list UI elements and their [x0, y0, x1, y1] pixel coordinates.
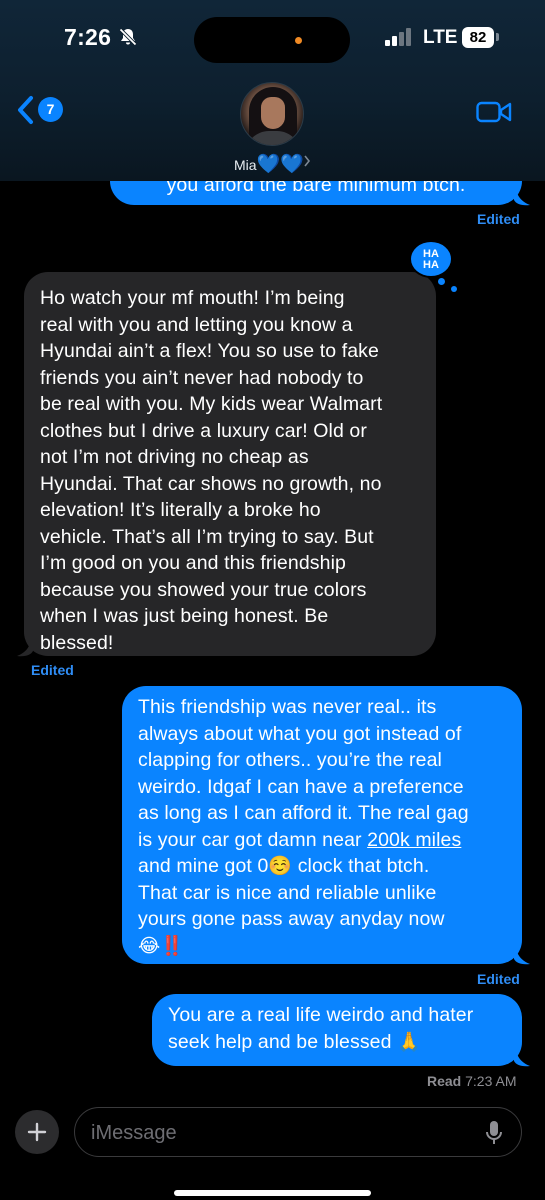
emoji: ☺️: [268, 855, 293, 877]
status-bar: 7:26 LTE 82: [0, 0, 545, 76]
message-bubble-outgoing[interactable]: You are a real life weirdo and hater see…: [152, 994, 522, 1066]
message-line: clapping for others.. you’re the real: [138, 749, 442, 771]
contact-name-text: Mia: [234, 157, 257, 173]
message-line: is your car got damn near 200k miles: [138, 827, 510, 854]
signal-icon: [385, 28, 411, 46]
message-line: That car is nice and reliable unlike: [138, 881, 437, 904]
battery-nub: [496, 33, 499, 41]
message-line: yours gone pass away anyday now: [138, 908, 445, 930]
message-line: This friendship was never real.. its: [138, 696, 437, 718]
contact-name[interactable]: Mia💙💙: [234, 152, 304, 175]
edited-label: Edited: [477, 211, 520, 227]
read-label: Read: [427, 1073, 462, 1089]
back-chevron-icon: [18, 96, 33, 124]
status-time: 7:26: [64, 24, 112, 50]
privacy-indicator-dot: [295, 37, 302, 44]
chevron-right-icon: [304, 155, 311, 167]
message-text: is your car got damn near: [138, 828, 368, 851]
bubble-tail: [514, 1047, 530, 1067]
haha-reaction-badge[interactable]: HA HA: [409, 240, 453, 278]
message-line: blessed!: [40, 631, 114, 654]
apps-plus-button[interactable]: [15, 1110, 59, 1154]
detected-link[interactable]: 200k miles: [367, 829, 461, 851]
bubble-tail: [17, 637, 33, 657]
video-camera-icon[interactable]: [476, 100, 512, 124]
message-line: Hyundai ain’t a flex! You so use to fake: [40, 340, 379, 362]
message-line: weirdo. Idgaf I can have a preference: [138, 775, 464, 798]
message-line: vehicle. That’s all I’m trying to say. B…: [40, 525, 374, 548]
message-text: clock that btch.: [292, 855, 430, 877]
message-bubble-outgoing[interactable]: This friendship was never real.. its alw…: [122, 686, 522, 964]
read-time: 7:23 AM: [465, 1073, 517, 1089]
bubble-tail: [514, 186, 530, 206]
contact-hearts: 💙💙: [256, 153, 304, 175]
edited-label: Edited: [31, 662, 74, 678]
message-line: and mine got 0☺️ clock that btch.: [138, 853, 510, 880]
bubble-tail: [514, 945, 530, 965]
contact-avatar[interactable]: [240, 82, 304, 146]
message-line: when I was just being honest. Be: [40, 605, 329, 627]
dynamic-island: [194, 17, 350, 63]
battery-indicator: 82: [462, 27, 494, 48]
message-line: because you showed your true colors: [40, 578, 367, 601]
edited-label: Edited: [477, 971, 520, 987]
message-text: and mine got 0: [138, 855, 269, 877]
message-line: I’m good on you and this friendship: [40, 552, 346, 574]
message-line: clothes but I drive a luxury car! Old or: [40, 419, 367, 442]
emoji: 🙏: [397, 1030, 421, 1053]
message-line: real with you and letting you know a: [40, 313, 353, 336]
message-line: elevation! It’s literally a broke ho: [40, 499, 321, 521]
bell-slash-icon: [119, 28, 137, 46]
message-line: always about what you got instead of: [138, 722, 462, 745]
reaction-label: HA HA: [423, 248, 439, 271]
message-input-field[interactable]: [74, 1107, 522, 1157]
avatar-face: [261, 97, 285, 129]
imessage-input[interactable]: [91, 1118, 471, 1148]
message-text: seek help and be blessed: [168, 1030, 398, 1053]
message-line: Hyundai. That car shows no growth, no: [40, 472, 382, 495]
microphone-icon[interactable]: [485, 1120, 503, 1146]
message-line: not I’m not driving no cheap as: [40, 446, 309, 468]
plus-icon: [27, 1122, 47, 1142]
home-indicator[interactable]: [174, 1190, 371, 1196]
message-line: be real with you. My kids wear Walmart: [40, 393, 383, 415]
reaction-tail-dot: [436, 276, 447, 287]
network-type: LTE: [423, 27, 458, 48]
message-line: Ho watch your mf mouth! I’m being: [40, 287, 345, 309]
message-line: You are a real life weirdo and hater: [168, 1004, 474, 1026]
read-receipt: Read 7:23 AM: [427, 1073, 517, 1089]
message-bubble-incoming[interactable]: Ho watch your mf mouth! I’m being real w…: [24, 272, 436, 656]
conversation-header: 7:26 LTE 82 7 Mia💙💙: [0, 0, 545, 181]
emoji: 😂‼️: [138, 934, 185, 957]
unread-count-badge: 7: [38, 97, 63, 122]
reaction-tail-dot: [451, 286, 457, 292]
message-line: friends you ain’t never had nobody to: [40, 366, 364, 389]
back-button[interactable]: 7: [16, 95, 66, 129]
message-line: seek help and be blessed 🙏: [168, 1029, 512, 1056]
message-line: as long as I can afford it. The real gag: [138, 802, 469, 824]
